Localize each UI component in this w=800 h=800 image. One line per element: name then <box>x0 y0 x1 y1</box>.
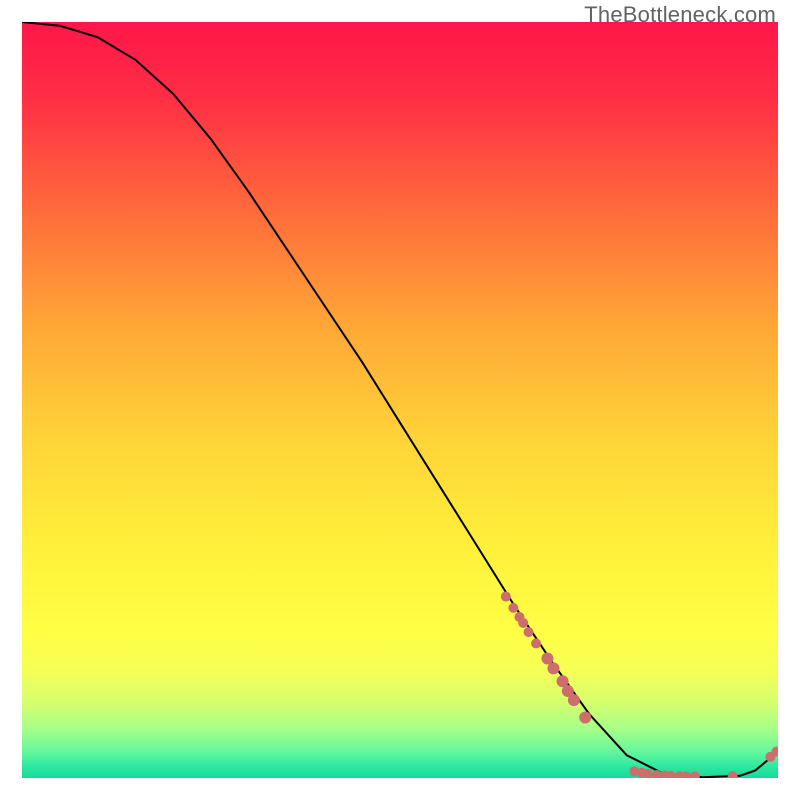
marker-point <box>531 638 541 648</box>
chart-overlay <box>22 22 778 778</box>
curve-line <box>22 22 778 777</box>
marker-point <box>524 627 534 637</box>
marker-point <box>508 603 518 613</box>
marker-point <box>579 712 591 724</box>
marker-point <box>547 662 559 674</box>
plot-area <box>22 22 778 778</box>
marker-point <box>518 618 528 628</box>
chart-container: TheBottleneck.com <box>0 0 800 800</box>
marker-group <box>501 592 778 778</box>
marker-point <box>501 592 511 602</box>
marker-point <box>728 771 738 778</box>
marker-point <box>568 694 580 706</box>
marker-point <box>690 771 700 778</box>
